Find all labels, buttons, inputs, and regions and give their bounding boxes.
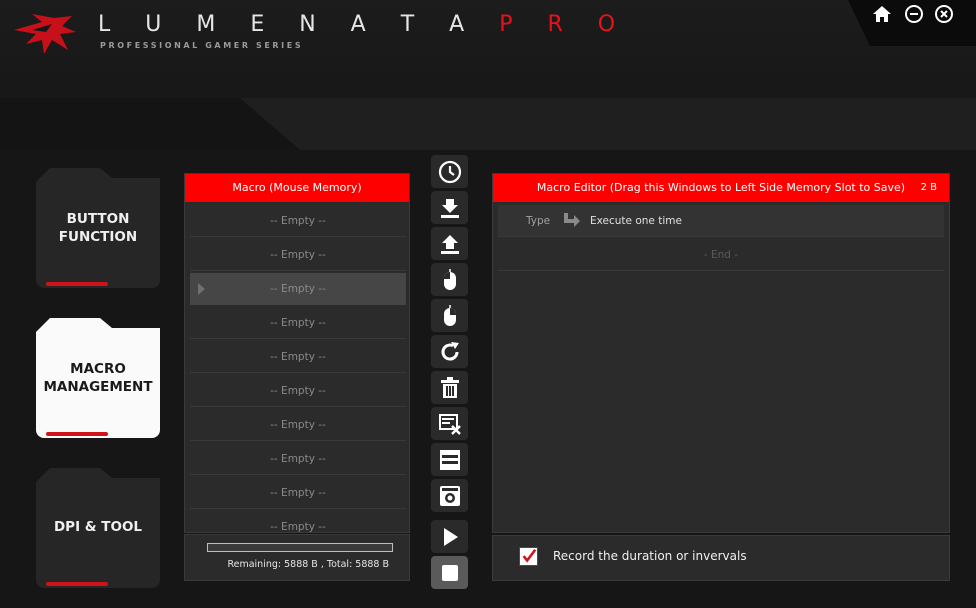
window-controls xyxy=(848,0,976,46)
memory-usage-bar xyxy=(207,543,393,552)
key-up-button[interactable] xyxy=(431,227,468,260)
record-duration-checkbox[interactable] xyxy=(519,547,538,566)
nav-indicator xyxy=(46,582,108,586)
nav-button-function[interactable]: BUTTON FUNCTION xyxy=(36,168,160,288)
record-list-icon xyxy=(439,449,460,470)
memory-status: Remaining: 5888 B , Total: 5888 B xyxy=(184,534,410,581)
brand-subtitle: PROFESSIONAL GAMER SERIES xyxy=(100,41,304,50)
refresh-icon xyxy=(441,341,459,361)
nav-label-line1: DPI & TOOL xyxy=(53,519,143,535)
clear-list-icon xyxy=(438,413,461,435)
memory-text: Remaining: 5888 B , Total: 5888 B xyxy=(227,559,389,570)
nav-label-line1: MACRO xyxy=(70,361,126,377)
brand-pro: P R O xyxy=(499,12,630,37)
play-button[interactable] xyxy=(431,520,468,553)
dragon-logo-icon xyxy=(14,14,76,54)
nav-label-line2: MANAGEMENT xyxy=(43,379,153,395)
loop-button[interactable] xyxy=(431,335,468,368)
header-band xyxy=(0,98,976,150)
macro-slot[interactable]: -- Empty -- xyxy=(190,409,406,441)
end-label: - End - xyxy=(703,249,739,261)
macro-editor-panel[interactable]: Macro Editor (Drag this Windows to Left … xyxy=(492,173,950,533)
record-duration-label: Record the duration or invervals xyxy=(553,549,747,563)
nav-indicator xyxy=(46,282,108,286)
mouse-left-icon xyxy=(443,268,456,290)
minimize-icon[interactable] xyxy=(904,4,924,24)
macro-slot[interactable]: -- Empty -- xyxy=(190,205,406,237)
app-header: L U M E N A T A P R O PROFESSIONAL GAMER… xyxy=(0,0,976,150)
screen-record-icon xyxy=(439,485,460,506)
nav-indicator xyxy=(46,432,108,436)
macro-slot[interactable]: -- Empty -- xyxy=(190,239,406,271)
trash-icon xyxy=(440,376,459,398)
nav-macro-management[interactable]: MACRO MANAGEMENT xyxy=(36,318,160,438)
record-options: Record the duration or invervals xyxy=(492,535,950,581)
macro-slot[interactable]: -- Empty -- xyxy=(190,477,406,509)
macro-slot[interactable]: -- Empty -- xyxy=(190,341,406,373)
upload-icon xyxy=(440,234,459,254)
macro-slot[interactable]: -- Empty -- xyxy=(190,511,406,532)
macro-slot-selected[interactable]: -- Empty -- xyxy=(190,273,406,305)
nav-label-line2: FUNCTION xyxy=(58,229,138,245)
mouse-left-button[interactable] xyxy=(431,263,468,296)
execute-arrow-icon xyxy=(564,213,580,227)
record-list-button[interactable] xyxy=(431,443,468,476)
mouse-right-button[interactable] xyxy=(431,299,468,332)
stop-button[interactable] xyxy=(431,556,468,589)
mouse-right-icon xyxy=(443,304,456,326)
editor-title-text: Macro Editor (Drag this Windows to Left … xyxy=(536,181,906,194)
stop-icon xyxy=(441,564,458,581)
type-value: Execute one time xyxy=(590,215,682,227)
home-icon[interactable] xyxy=(872,4,892,24)
type-label: Type xyxy=(526,215,551,227)
delay-button[interactable] xyxy=(431,155,468,188)
nav-dpi-tool[interactable]: DPI & TOOL xyxy=(36,468,160,588)
delete-button[interactable] xyxy=(431,371,468,404)
clear-all-button[interactable] xyxy=(431,407,468,440)
macro-editor-title: Macro Editor (Drag this Windows to Left … xyxy=(493,174,949,202)
macro-size: 2 B xyxy=(920,182,937,193)
close-icon[interactable] xyxy=(934,4,954,24)
play-icon xyxy=(443,527,458,546)
clock-icon xyxy=(438,160,461,183)
editor-row-type[interactable]: Type Execute one time xyxy=(498,205,944,237)
macro-slot[interactable]: -- Empty -- xyxy=(190,375,406,407)
editor-row-end[interactable]: - End - xyxy=(498,239,944,271)
nav-label-line1: BUTTON xyxy=(66,211,130,227)
macro-slot[interactable]: -- Empty -- xyxy=(190,307,406,339)
download-icon xyxy=(440,198,459,218)
record-button[interactable] xyxy=(431,479,468,512)
brand-main: L U M E N A T A xyxy=(98,12,479,37)
macro-slot[interactable]: -- Empty -- xyxy=(190,443,406,475)
brand-title: L U M E N A T A P R O xyxy=(98,12,629,37)
macro-list-title: Macro (Mouse Memory) xyxy=(185,174,409,202)
macro-list-panel: Macro (Mouse Memory) -- Empty -- -- Empt… xyxy=(184,173,410,533)
key-down-button[interactable] xyxy=(431,191,468,224)
